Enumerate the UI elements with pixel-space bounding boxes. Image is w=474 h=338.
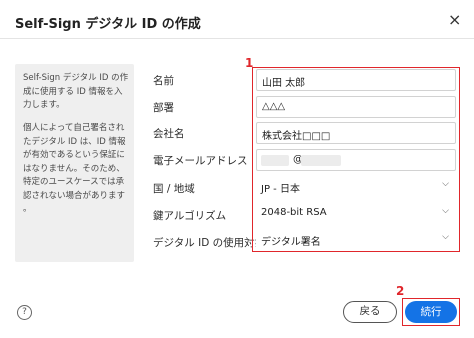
algorithm-label: 鍵アルゴリズム xyxy=(153,210,227,222)
continue-button[interactable]: 続行 xyxy=(405,301,457,323)
email-redacted-domain xyxy=(301,155,341,166)
country-label: 国 / 地域 xyxy=(153,183,195,195)
email-redacted-user xyxy=(261,155,289,166)
create-self-sign-id-dialog: Self-Sign デジタル ID の作成 × Self-Sign デジタル I… xyxy=(0,0,474,338)
info-text-warning: 個人によって自己署名され たデジタル ID は、ID 情報 が有効であるという保… xyxy=(23,123,126,214)
back-button[interactable]: 戻る xyxy=(343,301,397,323)
chevron-down-icon: ⌵ xyxy=(442,206,449,216)
info-text-intro: Self-Sign デジタル ID の作 成に使用する ID 情報を入 力します… xyxy=(23,73,129,110)
algorithm-value: 2048-bit RSA xyxy=(261,207,327,218)
country-select[interactable]: JP - 日本 ⌵ xyxy=(256,176,456,198)
annotation-badge-2: 2 xyxy=(396,284,405,298)
close-icon[interactable]: × xyxy=(448,12,461,28)
country-value: JP - 日本 xyxy=(261,184,300,195)
usage-label: デジタル ID の使用対象 xyxy=(153,237,266,249)
usage-select[interactable]: デジタル署名 ⌵ xyxy=(256,229,456,251)
help-icon[interactable]: ? xyxy=(17,305,32,320)
department-label: 部署 xyxy=(153,102,174,114)
name-value: 山田 太郎 xyxy=(262,78,306,89)
chevron-down-icon: ⌵ xyxy=(442,232,449,242)
header-divider xyxy=(0,38,474,39)
department-value: △△△ xyxy=(262,101,286,112)
company-value: 株式会社□□□ xyxy=(262,131,331,142)
usage-value: デジタル署名 xyxy=(261,237,321,248)
algorithm-select[interactable]: 2048-bit RSA ⌵ xyxy=(256,203,456,225)
company-label: 会社名 xyxy=(153,128,185,140)
chevron-down-icon: ⌵ xyxy=(442,179,449,189)
info-panel: Self-Sign デジタル ID の作 成に使用する ID 情報を入 力します… xyxy=(15,64,134,262)
department-field[interactable]: △△△ xyxy=(256,96,456,118)
name-label: 名前 xyxy=(153,75,174,87)
email-label: 電子メールアドレス xyxy=(153,155,248,167)
company-field[interactable]: 株式会社□□□ xyxy=(256,122,456,144)
annotation-badge-1: 1 xyxy=(245,56,254,70)
name-field[interactable]: 山田 太郎 xyxy=(256,69,456,91)
dialog-title: Self-Sign デジタル ID の作成 xyxy=(15,17,201,32)
email-field[interactable]: @ xyxy=(256,149,456,171)
